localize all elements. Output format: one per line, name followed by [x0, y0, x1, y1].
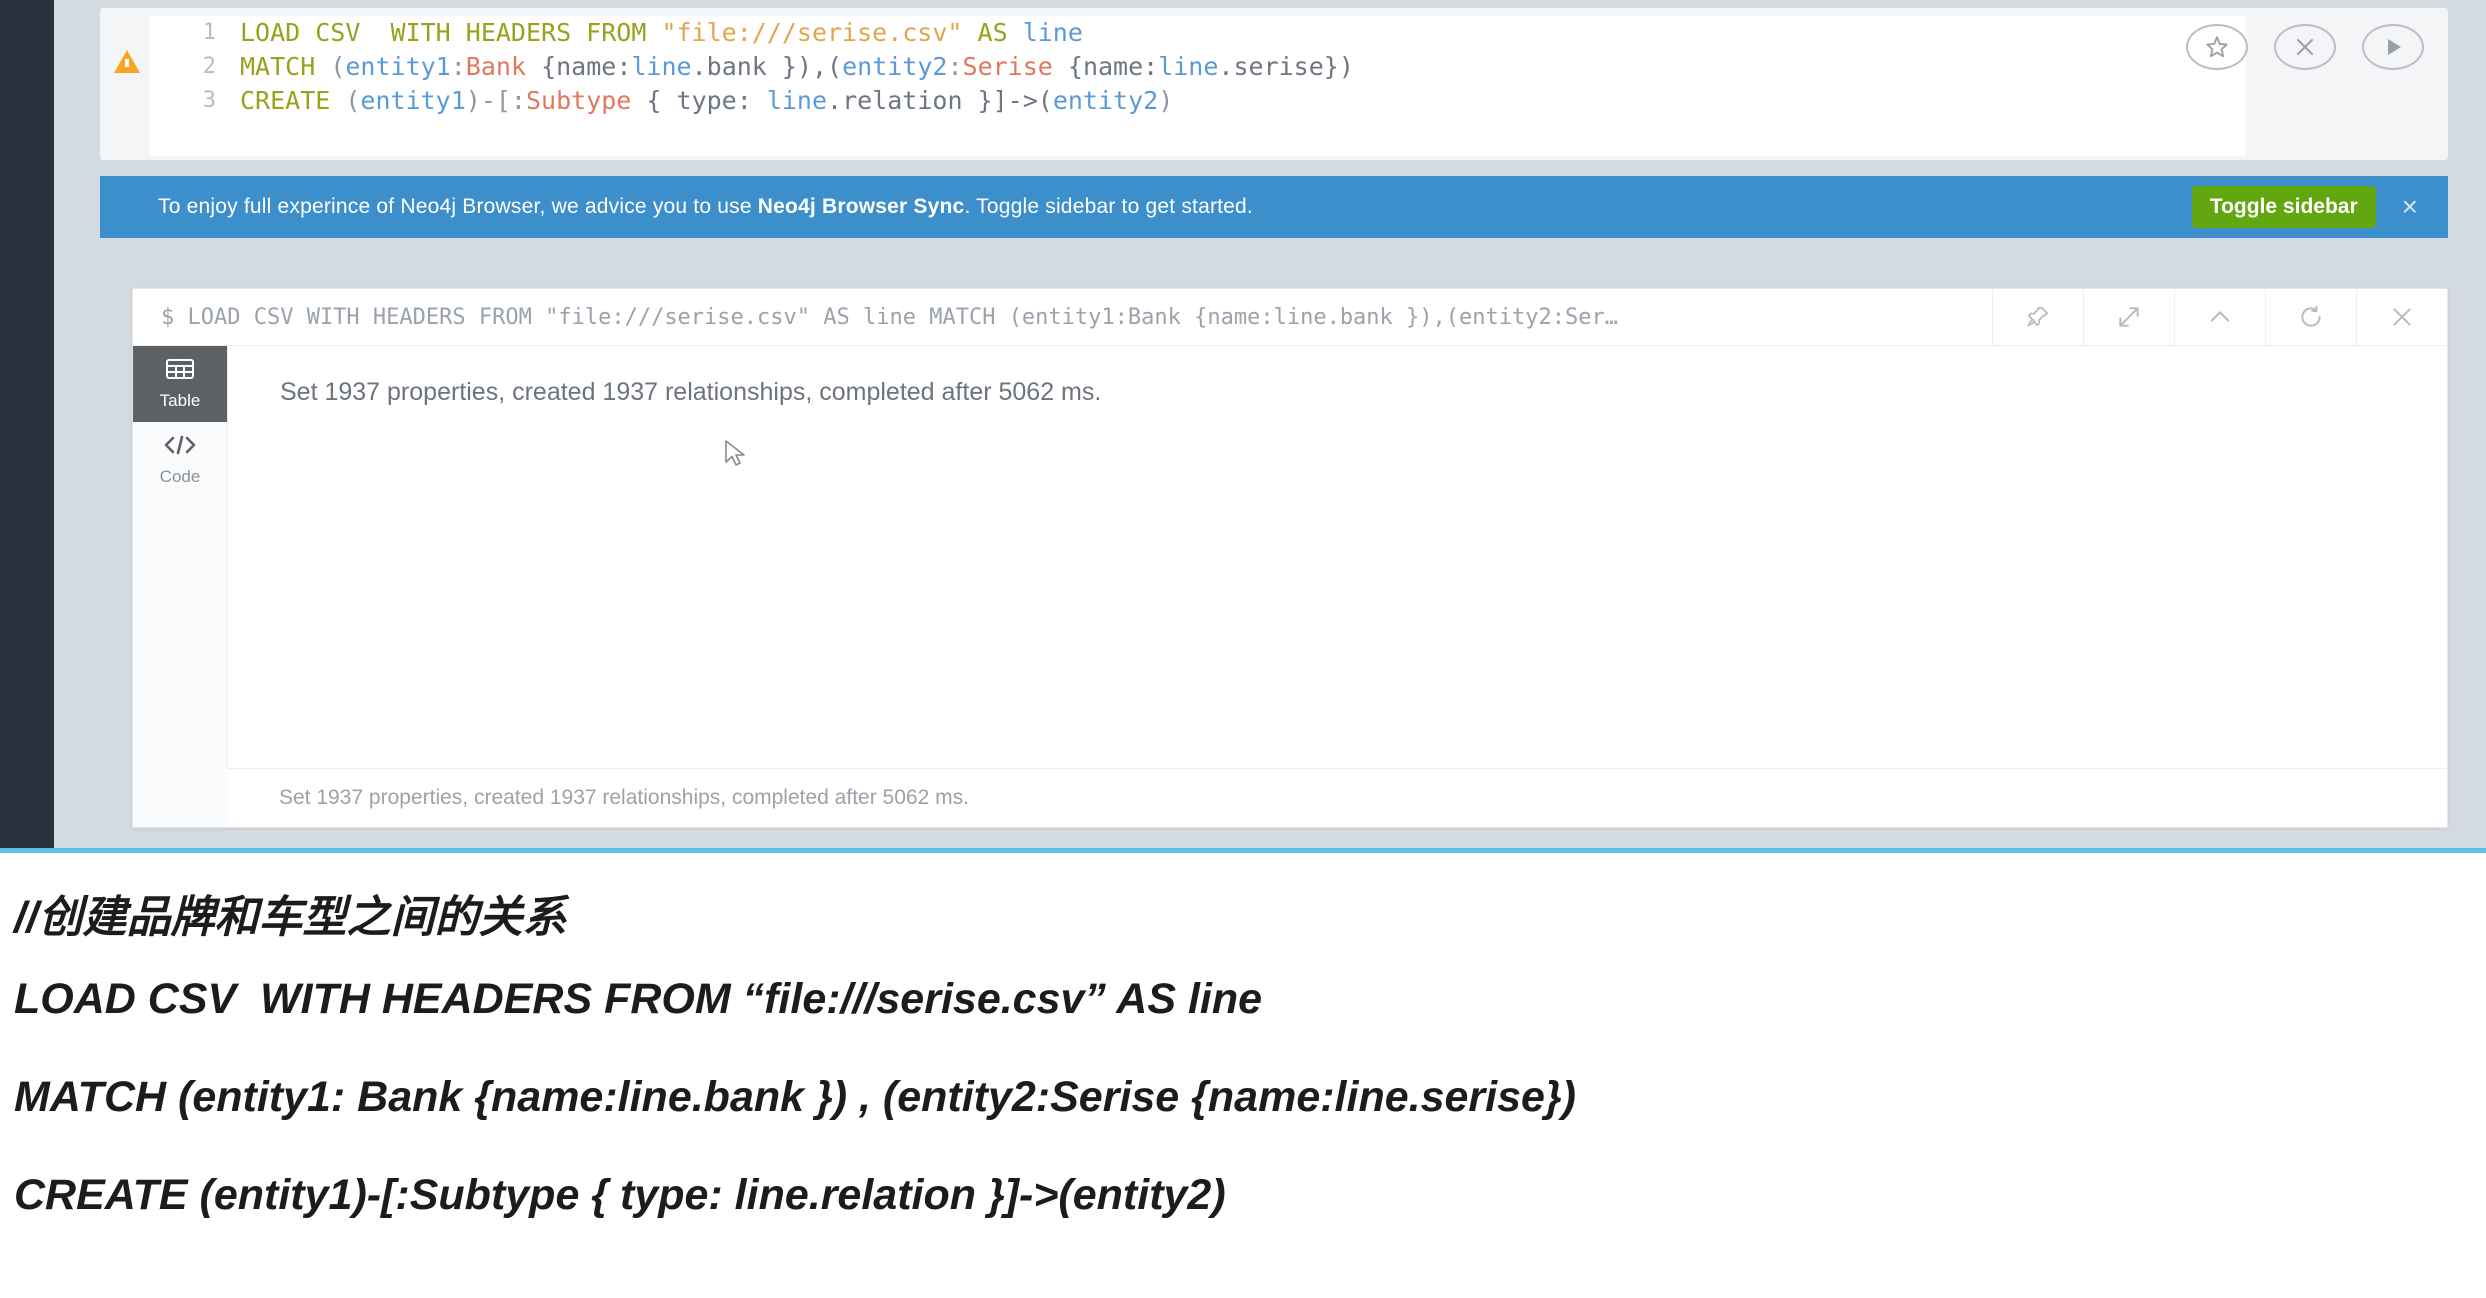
query-editor-input[interactable]: 1 LOAD CSV WITH HEADERS FROM "file:///ser… — [150, 16, 2246, 156]
app-canvas: 1 LOAD CSV WITH HEADERS FROM "file:///ser… — [54, 0, 2486, 848]
code-token: AS — [962, 18, 1023, 47]
document-slide-region: //创建品牌和车型之间的关系 LOAD CSV WITH HEADERS FRO… — [0, 848, 2486, 1298]
result-view-tabs: Table Code — [133, 346, 228, 827]
frame-status-bar: Set 1937 properties, created 1937 relati… — [227, 768, 2447, 827]
doc-code-line-3: CREATE (entity1)-[:Subtype { type: line.… — [14, 1171, 1226, 1219]
favorite-star-icon[interactable] — [2186, 24, 2248, 70]
editor-line: 3 CREATE (entity1)-[: Subtype { type: line… — [150, 84, 2246, 118]
notification-text-bold: Neo4j Browser Sync — [757, 195, 965, 218]
code-token: .bank }),( — [691, 52, 843, 81]
frame-command-text: $ LOAD CSV WITH HEADERS FROM "file:///se… — [161, 304, 1618, 330]
line-number: 1 — [202, 20, 216, 45]
code-token: entity1 — [345, 52, 451, 81]
code-token: line — [1158, 52, 1219, 81]
table-grid-icon — [165, 357, 195, 386]
code-token: MATCH — [240, 52, 331, 81]
query-result-frame: $ LOAD CSV WITH HEADERS FROM "file:///se… — [132, 288, 2448, 828]
code-token: {name: — [526, 52, 632, 81]
notification-text-after: . Toggle sidebar to get started. — [964, 195, 1253, 218]
expand-icon[interactable] — [2083, 289, 2174, 345]
code-token: ( — [330, 52, 346, 81]
refresh-icon[interactable] — [2265, 289, 2356, 345]
editor-line: 2 MATCH (entity1: Bank {name: line .bank }),… — [150, 50, 2246, 84]
code-token: : — [450, 52, 466, 81]
code-token: line — [766, 86, 828, 115]
code-token: .serise}) — [1218, 52, 1354, 81]
code-token: Subtype — [526, 86, 632, 115]
code-token: ( — [345, 86, 361, 115]
code-token: Serise — [962, 52, 1053, 81]
collapse-chevron-up-icon[interactable] — [2174, 289, 2265, 345]
code-token: LOAD CSV WITH HEADERS FROM — [240, 18, 662, 47]
code-token: line — [1022, 18, 1083, 47]
view-tab-code[interactable]: Code — [133, 422, 227, 498]
frame-header: $ LOAD CSV WITH HEADERS FROM "file:///se… — [133, 289, 2447, 346]
code-token: .relation }]->( — [827, 86, 1053, 115]
result-message: Set 1937 properties, created 1937 relati… — [280, 378, 1102, 406]
pin-icon[interactable] — [1992, 289, 2083, 345]
close-icon[interactable]: × — [2402, 193, 2418, 221]
view-tab-table[interactable]: Table — [133, 346, 227, 422]
code-token: Bank — [465, 52, 527, 81]
code-token: : — [947, 52, 963, 81]
line-number: 3 — [202, 88, 216, 113]
toggle-sidebar-button[interactable]: Toggle sidebar — [2191, 186, 2376, 228]
notification-text: To enjoy full experince of Neo4j Browser… — [158, 195, 2192, 219]
doc-code-line-1: LOAD CSV WITH HEADERS FROM “file:///seri… — [14, 975, 1263, 1023]
view-tab-label: Table — [159, 391, 201, 410]
sync-notification-bar: To enjoy full experince of Neo4j Browser… — [100, 176, 2448, 238]
code-token: "file:///serise.csv" — [661, 18, 963, 47]
code-token: ) — [1158, 86, 1174, 115]
line-number: 2 — [202, 54, 216, 79]
result-area: Set 1937 properties, created 1937 relati… — [228, 346, 2447, 827]
frame-toolbar — [1992, 289, 2447, 345]
view-tab-label: Code — [159, 467, 201, 486]
doc-comment-line: //创建品牌和车型之间的关系 — [14, 893, 567, 942]
editor-line: 1 LOAD CSV WITH HEADERS FROM "file:///ser… — [150, 16, 2246, 50]
frame-status-text: Set 1937 properties, created 1937 relati… — [279, 786, 969, 809]
clear-editor-icon[interactable] — [2274, 24, 2336, 70]
code-token: entity2 — [842, 52, 948, 81]
doc-code-line-2: MATCH (entity1: Bank {name:line.bank }) … — [14, 1073, 1576, 1121]
warning-triangle-icon — [114, 50, 140, 73]
code-brackets-icon — [163, 433, 197, 462]
close-icon[interactable] — [2356, 289, 2447, 345]
code-token: )-[: — [465, 86, 526, 115]
code-token: entity2 — [1052, 86, 1159, 115]
code-token: entity1 — [360, 86, 466, 115]
run-query-icon[interactable] — [2362, 24, 2424, 70]
editor-action-buttons — [2186, 24, 2424, 70]
code-token: line — [631, 52, 692, 81]
code-token: { type: — [631, 86, 767, 115]
neo4j-browser-screenshot: 1 LOAD CSV WITH HEADERS FROM "file:///ser… — [0, 0, 2486, 848]
code-token: {name: — [1052, 52, 1159, 81]
notification-text-before: To enjoy full experince of Neo4j Browser… — [158, 195, 758, 218]
frame-body: Table Code Set 1937 properties, created … — [133, 346, 2447, 827]
query-editor-card: 1 LOAD CSV WITH HEADERS FROM "file:///ser… — [100, 8, 2448, 160]
code-token: CREATE — [240, 86, 346, 115]
app-left-rail — [0, 0, 54, 848]
